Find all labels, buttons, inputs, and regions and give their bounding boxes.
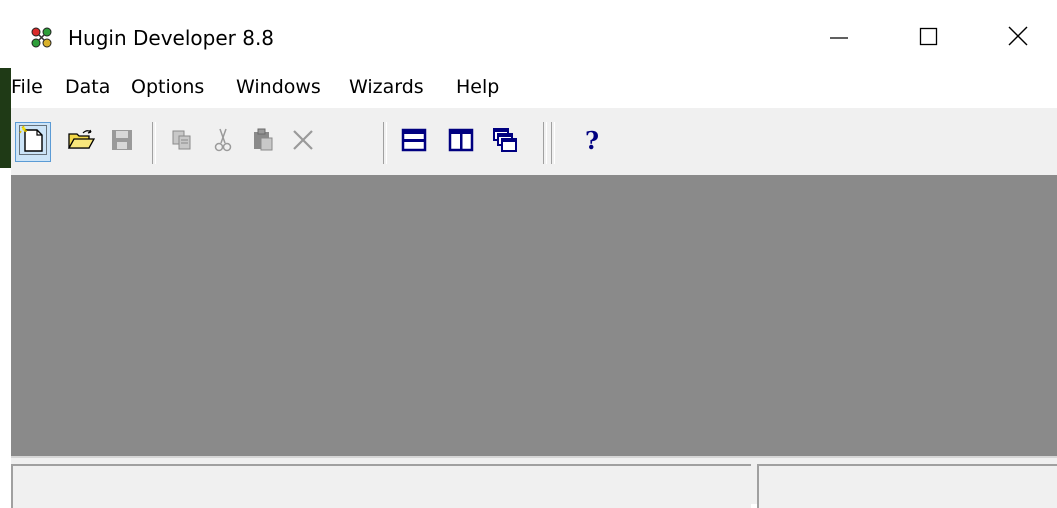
help-button[interactable]: ? [574, 122, 610, 162]
background-window-accent [0, 68, 11, 168]
status-bar [11, 456, 1057, 508]
new-button[interactable] [15, 122, 51, 162]
tile-horizontal-button[interactable] [396, 122, 432, 162]
menu-options[interactable]: Options [131, 76, 204, 98]
menu-bar: File Data Options Windows Wizards Help [11, 72, 1057, 106]
maximize-button[interactable] [899, 16, 959, 60]
paste-button[interactable] [245, 122, 281, 162]
tile-vertical-icon [448, 128, 474, 156]
tile-vertical-button[interactable] [443, 122, 479, 162]
copy-icon [170, 128, 194, 156]
paste-icon [251, 127, 275, 157]
toolbar-separator [152, 122, 156, 164]
close-icon [1007, 25, 1029, 51]
cascade-icon [492, 127, 518, 157]
cascade-button[interactable] [487, 122, 523, 162]
help-icon: ? [582, 126, 602, 157]
status-pane-main [11, 464, 751, 508]
toolbar-separator [551, 122, 555, 164]
minimize-button[interactable] [809, 16, 869, 60]
menu-windows[interactable]: Windows [236, 76, 321, 98]
cut-icon [211, 127, 235, 157]
title-bar[interactable]: Hugin Developer 8.8 [11, 0, 1057, 68]
minimize-icon [829, 26, 849, 50]
close-button[interactable] [988, 16, 1048, 60]
delete-icon [291, 128, 315, 156]
app-window: Hugin Developer 8.8 File Data Options Wi… [11, 0, 1057, 508]
maximize-icon [919, 26, 939, 50]
background-window-edge [0, 0, 11, 504]
hugin-app-icon [31, 27, 53, 49]
menu-help[interactable]: Help [456, 76, 499, 98]
new-document-icon [19, 125, 47, 159]
toolbar-separator [543, 122, 547, 164]
cut-button[interactable] [205, 122, 241, 162]
save-button[interactable] [104, 122, 140, 162]
toolbar-separator [383, 122, 387, 164]
toolbar: ? [11, 108, 1057, 175]
copy-button[interactable] [164, 122, 200, 162]
open-button[interactable] [63, 122, 99, 162]
menu-file[interactable]: File [11, 76, 43, 98]
window-title: Hugin Developer 8.8 [68, 26, 275, 50]
open-folder-icon [67, 128, 96, 156]
tile-horizontal-icon [401, 128, 427, 156]
delete-button[interactable] [285, 122, 321, 162]
menu-wizards[interactable]: Wizards [349, 76, 424, 98]
status-pane-secondary [757, 464, 1057, 508]
mdi-workspace[interactable] [11, 175, 1057, 456]
menu-data[interactable]: Data [65, 76, 110, 98]
svg-text:?: ? [585, 127, 599, 153]
save-icon [110, 128, 134, 156]
